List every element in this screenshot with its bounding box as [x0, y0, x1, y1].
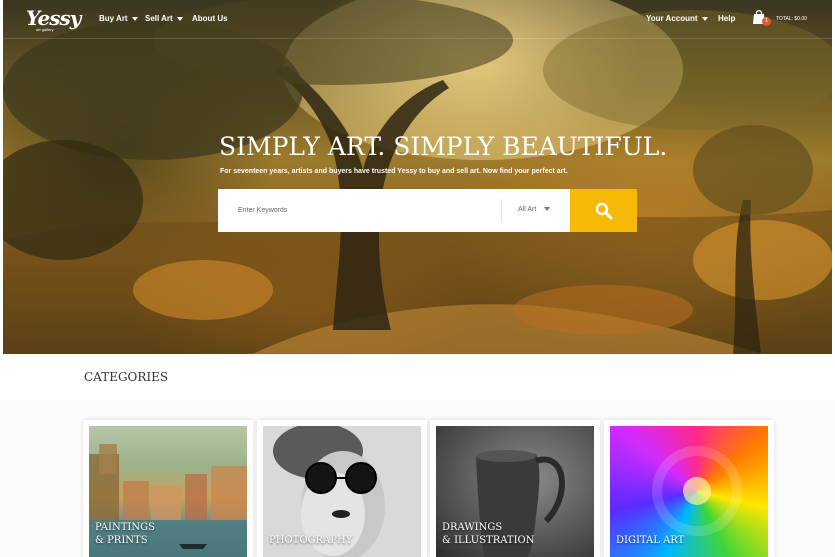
search-bar: All Art	[218, 189, 637, 232]
search-input[interactable]	[218, 189, 500, 232]
cart-total: TOTAL: $0.00	[776, 16, 807, 22]
category-card-photography[interactable]: PHOTOGRAPHY	[257, 420, 427, 557]
category-card-drawings[interactable]: DRAWINGS & ILLUSTRATION	[430, 420, 600, 557]
categories-title: CATEGORIES	[84, 370, 169, 384]
paintings-label-line1: PAINTINGS	[95, 522, 155, 533]
search-divider	[501, 199, 502, 222]
nav-about-us-label: About Us	[192, 14, 228, 23]
drawings-label-line1: DRAWINGS	[442, 522, 503, 533]
nav-buy-art-label: Buy Art	[99, 14, 128, 23]
category-card-paintings[interactable]: PAINTINGS & PRINTS	[83, 420, 253, 557]
digital-art-label: DIGITAL ART	[616, 534, 684, 547]
photography-label-line1: PHOTOGRAPHY	[269, 535, 353, 546]
hero-banner: Yessy art gallery Buy Art Sell Art About…	[3, 0, 832, 354]
drawings-label: DRAWINGS & ILLUSTRATION	[442, 521, 535, 547]
your-account-menu[interactable]: Your Account	[646, 14, 708, 23]
nav-about-us[interactable]: About Us	[192, 14, 228, 23]
nav-buy-art[interactable]: Buy Art	[99, 14, 138, 23]
paintings-label-line2: & PRINTS	[95, 535, 148, 546]
your-account-label: Your Account	[646, 14, 698, 23]
chevron-down-icon	[176, 16, 183, 21]
hero-landscape-image	[3, 0, 832, 354]
nav-sell-art-label: Sell Art	[145, 14, 173, 23]
top-navigation-bar: Yessy art gallery Buy Art Sell Art About…	[3, 0, 832, 39]
hero-headline: SIMPLY ART. SIMPLY BEAUTIFUL.	[219, 132, 668, 161]
search-button[interactable]	[570, 189, 637, 232]
drawings-label-line2: & ILLUSTRATION	[442, 535, 535, 546]
category-select-value: All Art	[518, 206, 537, 213]
nav-sell-art[interactable]: Sell Art	[145, 14, 183, 23]
category-select[interactable]: All Art	[518, 206, 551, 213]
chevron-down-icon	[131, 16, 138, 21]
help-link[interactable]: Help	[718, 14, 735, 23]
search-icon	[595, 202, 612, 219]
paintings-label: PAINTINGS & PRINTS	[95, 521, 155, 547]
cart-count-badge: 1	[762, 17, 771, 26]
digital-art-label-line1: DIGITAL ART	[616, 535, 685, 546]
category-card-digital-art[interactable]: DIGITAL ART	[604, 420, 774, 557]
categories-header: CATEGORIES	[0, 354, 835, 400]
photography-label: PHOTOGRAPHY	[269, 534, 352, 547]
hero-tagline: For seventeen years, artists and buyers …	[220, 168, 568, 175]
logo-subtitle: art gallery	[36, 27, 54, 32]
chevron-down-icon	[701, 16, 708, 21]
help-label: Help	[718, 14, 736, 23]
chevron-down-icon	[544, 207, 551, 212]
